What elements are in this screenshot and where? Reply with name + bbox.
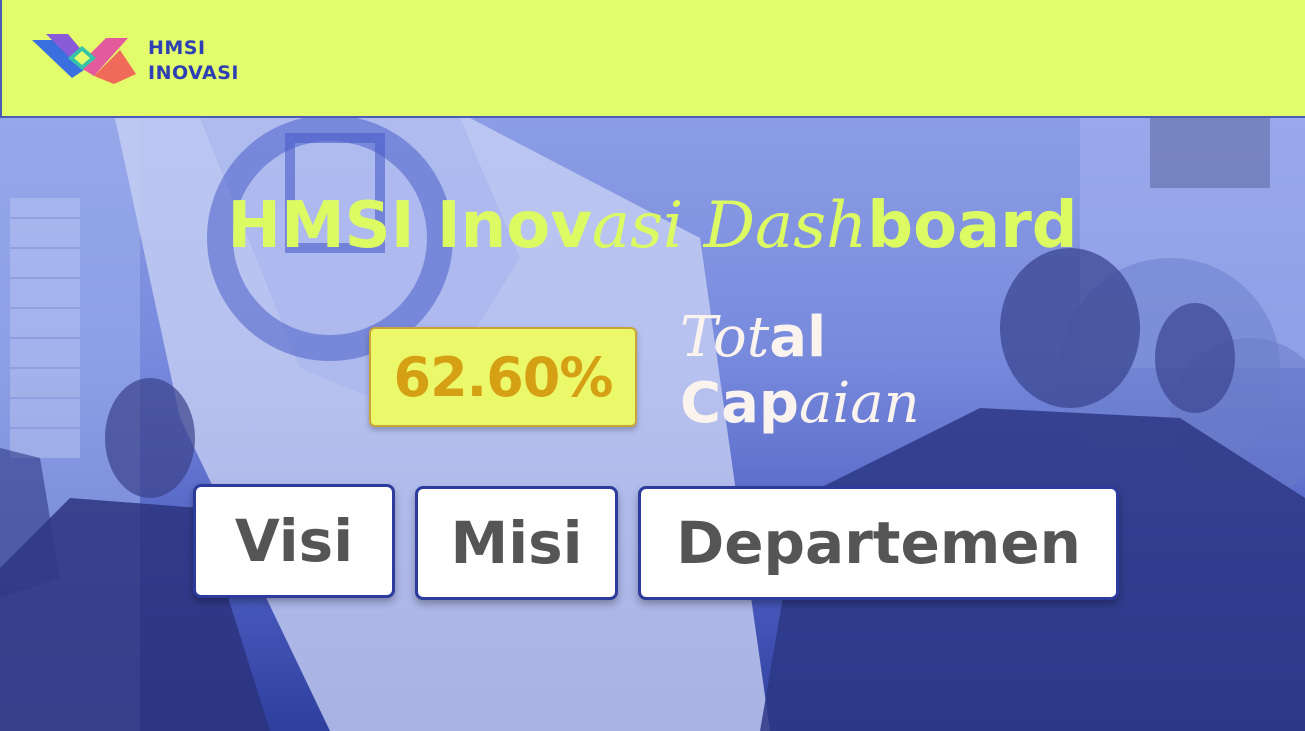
hmsi-logo-icon	[32, 34, 136, 84]
logo-text-line2: INOVASI	[148, 62, 239, 84]
dashboard-page: HMSI INOVASI HMSI Inovasi Dashboard 62.6…	[0, 0, 1305, 731]
misi-button[interactable]: Misi	[415, 486, 618, 600]
total-label-segment-1: Tot	[680, 305, 770, 370]
dashboard-title: HMSI Inovasi Dashboard	[0, 186, 1305, 266]
title-segment-2: asi Dash	[591, 189, 868, 263]
title-segment-1: HMSI Inov	[227, 189, 592, 263]
misi-button-label: Misi	[450, 509, 583, 577]
departemen-button-label: Departemen	[676, 509, 1081, 577]
title-segment-3: board	[867, 189, 1078, 263]
logo-text-line1: HMSI	[148, 37, 206, 59]
logo-text: HMSI INOVASI	[148, 36, 239, 86]
visi-button-label: Visi	[234, 507, 354, 575]
top-header: HMSI INOVASI	[0, 0, 1305, 118]
visi-button[interactable]: Visi	[193, 484, 395, 598]
departemen-button[interactable]: Departemen	[638, 486, 1119, 600]
capaian-label-segment-1: Cap	[680, 371, 799, 436]
total-percentage-value: 62.60%	[393, 345, 614, 409]
capaian-label-line: Capaian	[680, 371, 920, 437]
total-percentage-badge: 62.60%	[369, 327, 637, 427]
total-label-segment-2: al	[769, 305, 827, 370]
capaian-label-segment-2: aian	[798, 371, 920, 436]
total-label-line: Total	[680, 305, 920, 371]
total-capaian-label: Total Capaian	[680, 305, 920, 437]
